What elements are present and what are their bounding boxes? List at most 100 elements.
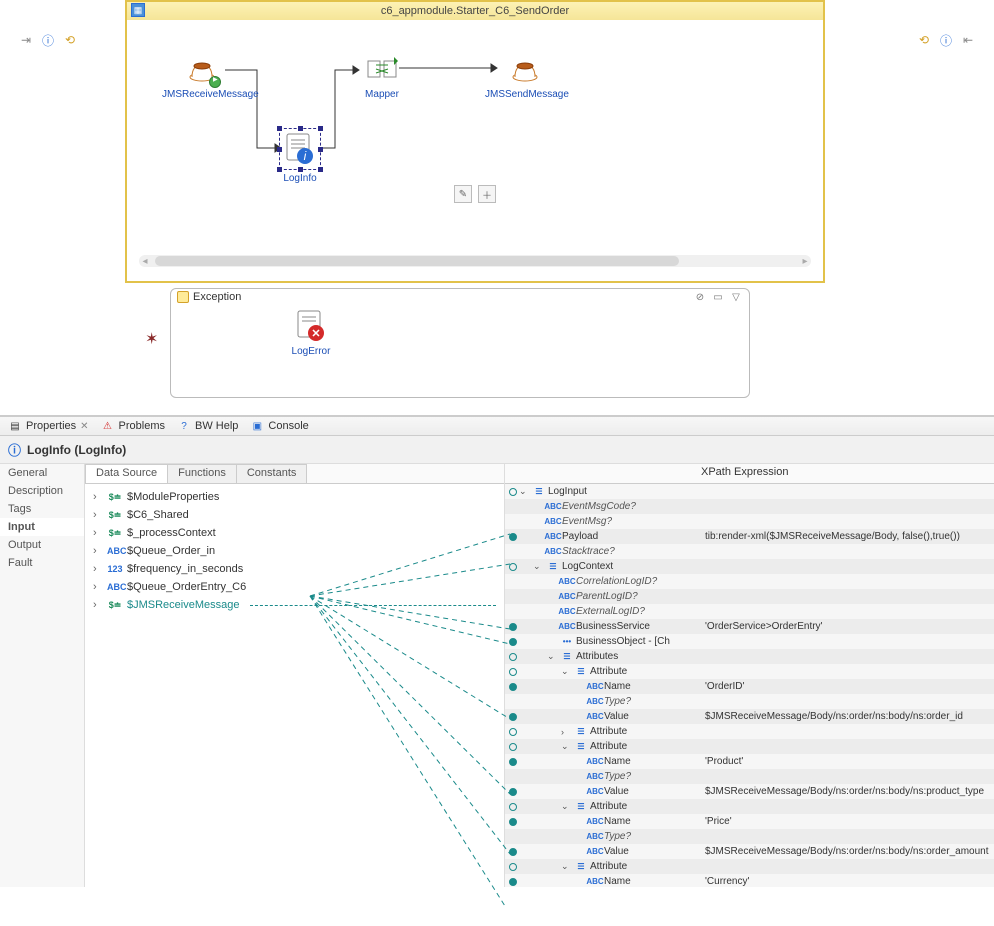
data-source-item[interactable]: ›$≐$C6_Shared [93,506,496,524]
process-canvas[interactable]: ▦ c6_appmodule.Starter_C6_SendOrder JMSR… [125,0,825,283]
xpath-row[interactable]: ⌄☰LogContext [505,559,994,574]
canvas-body[interactable]: JMSReceiveMessage i LogInfo [127,20,823,281]
expand-icon[interactable]: › [93,524,103,542]
data-source-item[interactable]: ›ABC$Queue_OrderEntry_C6 [93,578,496,596]
xpath-row[interactable]: ⌄☰Attributes [505,649,994,664]
exception-block[interactable]: ✶ Exception ⊘ ▭ ▽ ✕ LogError [170,288,750,398]
activity-jms-send[interactable]: JMSSendMessage [485,52,565,100]
xpath-row[interactable]: ⌄☰Attribute [505,799,994,814]
xpath-node-label: CorrelationLogID? [576,576,657,587]
data-source-label: $Queue_Order_in [127,542,215,560]
xpath-row[interactable]: ABCType? [505,829,994,844]
tab-console[interactable]: ▣ Console [250,419,308,433]
xpath-row[interactable]: ⌄☰Attribute [505,859,994,874]
data-source-item[interactable]: ›ABC$Queue_Order_in [93,542,496,560]
xpath-expression[interactable]: 'OrderID' [699,681,994,692]
xpath-row[interactable]: ABCEventMsg? [505,514,994,529]
xpath-expression[interactable]: $JMSReceiveMessage/Body/ns:order/ns:body… [699,711,994,722]
xpath-expression[interactable]: 'Product' [699,756,994,767]
link-indicator-icon [509,863,517,871]
xpath-expression[interactable]: $JMSReceiveMessage/Body/ns:order/ns:body… [699,786,994,797]
xpath-row[interactable]: ABCValue$JMSReceiveMessage/Body/ns:order… [505,844,994,859]
link-icon[interactable]: ⊘ [693,291,707,303]
minimize-icon[interactable]: ▭ [711,291,725,303]
expand-icon[interactable]: › [93,560,103,578]
xpath-row[interactable]: ABCType? [505,694,994,709]
xpath-row[interactable]: ABCStacktrace? [505,544,994,559]
expand-icon[interactable]: › [93,596,103,614]
data-source-item[interactable]: ›123$frequency_in_seconds [93,560,496,578]
data-source-item[interactable]: ›$≐$JMSReceiveMessage [93,596,496,614]
xpath-expression[interactable]: tib:render-xml($JMSReceiveMessage/Body, … [699,531,994,542]
xpath-row[interactable]: ABCEventMsgCode? [505,499,994,514]
palette-link-icon[interactable]: ⟲ [916,32,932,48]
palette-edit-button[interactable]: ✎ [454,185,472,203]
data-source-item[interactable]: ›$≐$_processContext [93,524,496,542]
nav-output[interactable]: Output [0,536,84,554]
palette-info-icon[interactable]: ⓘ [938,32,954,48]
xpath-tree[interactable]: ⌄☰LogInputABCEventMsgCode?ABCEventMsg?AB… [505,484,994,887]
nav-tags[interactable]: Tags [0,500,84,518]
tab-properties[interactable]: ▤ Properties ✕ [8,419,89,433]
xpath-row[interactable]: ABCName'OrderID' [505,679,994,694]
xpath-row[interactable]: ⌄☰Attribute [505,664,994,679]
xpath-row[interactable]: ABCCorrelationLogID? [505,574,994,589]
xpath-expression[interactable]: 'OrderService>OrderEntry' [699,621,994,632]
xpath-row[interactable]: ABCBusinessService'OrderService>OrderEnt… [505,619,994,634]
subtab-constants[interactable]: Constants [236,464,308,483]
expand-icon[interactable]: ⌄ [561,741,572,752]
expand-icon[interactable]: › [93,488,103,506]
expand-icon[interactable]: › [93,506,103,524]
nav-general[interactable]: General [0,464,84,482]
expand-icon[interactable]: ⌄ [561,801,572,812]
subtab-functions[interactable]: Functions [167,464,237,483]
tab-bw-help[interactable]: ? BW Help [177,419,238,433]
scroll-left-icon[interactable]: ◂ [139,256,151,267]
xpath-expression[interactable]: 'Currency' [699,876,994,887]
collapse-icon[interactable]: ▽ [729,291,743,303]
nav-fault[interactable]: Fault [0,554,84,572]
xpath-row[interactable]: ABCName'Price' [505,814,994,829]
expand-icon[interactable]: ⌄ [561,861,572,872]
xpath-expression[interactable]: $JMSReceiveMessage/Body/ns:order/ns:body… [699,846,994,857]
xpath-row[interactable]: ABCType? [505,769,994,784]
scroll-thumb[interactable] [155,256,679,266]
expand-icon[interactable]: ⌄ [519,486,530,497]
xpath-row[interactable]: ABCValue$JMSReceiveMessage/Body/ns:order… [505,784,994,799]
palette-link-icon[interactable]: ⟲ [62,32,78,48]
data-source-tree[interactable]: ›$≐$ModuleProperties›$≐$C6_Shared›$≐$_pr… [85,484,504,618]
xpath-row[interactable]: ⌄☰LogInput [505,484,994,499]
palette-add-button[interactable]: ＋ [478,185,496,203]
xpath-row[interactable]: ABCName'Currency' [505,874,994,887]
palette-arrow-icon[interactable]: ⇥ [18,32,34,48]
scroll-right-icon[interactable]: ▸ [799,256,811,267]
canvas-h-scrollbar[interactable]: ◂ ▸ [139,255,811,267]
xpath-row[interactable]: •••BusinessObject - [Ch [505,634,994,649]
xpath-row[interactable]: ABCPayloadtib:render-xml($JMSReceiveMess… [505,529,994,544]
tab-problems[interactable]: ⚠ Problems [101,419,165,433]
close-icon[interactable]: ✕ [80,421,88,432]
nav-input[interactable]: Input [0,518,84,536]
activity-mapper[interactable]: Mapper [342,52,422,100]
xpath-row[interactable]: ›☰Attribute [505,724,994,739]
nav-description[interactable]: Description [0,482,84,500]
xpath-row[interactable]: ⌄☰Attribute [505,739,994,754]
xpath-row[interactable]: ABCExternalLogID? [505,604,994,619]
expand-icon[interactable]: ⌄ [533,561,544,572]
expand-icon[interactable]: ⌄ [561,666,572,677]
xpath-row[interactable]: ABCParentLogID? [505,589,994,604]
palette-info-icon[interactable]: ⓘ [40,32,56,48]
subtab-data-source[interactable]: Data Source [85,464,168,483]
expand-icon[interactable]: › [561,727,572,737]
expand-icon[interactable]: ⌄ [547,651,558,662]
xpath-row[interactable]: ABCValue$JMSReceiveMessage/Body/ns:order… [505,709,994,724]
data-source-item[interactable]: ›$≐$ModuleProperties [93,488,496,506]
activity-log-info[interactable]: i LogInfo [260,128,340,184]
xpath-row[interactable]: ABCName'Product' [505,754,994,769]
xpath-expression[interactable]: 'Price' [699,816,994,827]
palette-arrow-icon[interactable]: ⇤ [960,32,976,48]
expand-icon[interactable]: › [93,578,103,596]
expand-icon[interactable]: › [93,542,103,560]
activity-log-error[interactable]: ✕ LogError [271,309,351,357]
activity-jms-receive[interactable]: JMSReceiveMessage [162,52,242,100]
